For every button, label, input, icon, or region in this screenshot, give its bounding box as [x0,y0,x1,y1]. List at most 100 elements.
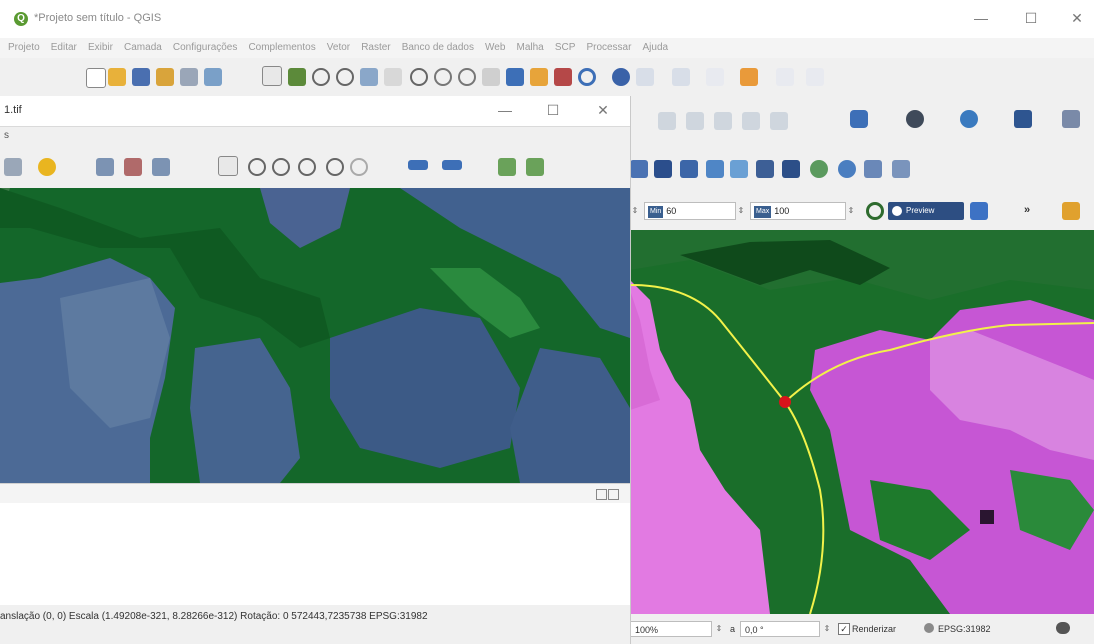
toolbox-icon[interactable] [806,68,824,86]
inner-sync-a-icon[interactable] [408,160,428,170]
field-calculator-icon[interactable] [776,68,794,86]
rotation-spin-icon[interactable]: ⇕ [822,621,832,637]
menu-complementos[interactable]: Complementos [248,38,315,58]
save-project-icon[interactable] [132,68,150,86]
crs-label[interactable]: EPSG:31982 [938,624,991,634]
db-tool-2-icon[interactable] [686,112,704,130]
zoom-native-icon[interactable] [434,68,452,86]
inner-sync-extent-icon[interactable] [498,158,516,176]
menu-scp[interactable]: SCP [555,38,576,58]
inner-edit-c-icon[interactable] [152,158,170,176]
maximize-button[interactable]: ☐ [1018,8,1044,28]
menu-ajuda[interactable]: Ajuda [643,38,669,58]
menu-exibir[interactable]: Exibir [88,38,113,58]
new-project-icon[interactable] [86,68,106,88]
preview-button[interactable]: Preview [888,202,964,220]
inner-tool-clip-icon[interactable] [4,158,22,176]
db-tool-3-icon[interactable] [714,112,732,130]
db-tool-1-icon[interactable] [658,112,676,130]
globe-icon[interactable] [906,110,924,128]
open-attribute-table-icon[interactable] [636,68,654,86]
zoom-next-icon[interactable] [482,68,500,86]
measure-icon[interactable] [672,68,690,86]
add-wcs-icon[interactable] [838,160,856,178]
zoom-out-icon[interactable] [336,68,354,86]
minimize-button[interactable]: — [968,8,994,28]
more-tools-button[interactable]: » [1024,204,1030,216]
bookmark-icon[interactable] [530,68,548,86]
menu-malha[interactable]: Malha [517,38,544,58]
add-vector-icon[interactable] [654,160,672,178]
menu-processar[interactable]: Processar [586,38,631,58]
inner-edit-b-icon[interactable] [124,158,142,176]
plugin-icon[interactable] [1062,110,1080,128]
statistics-icon[interactable] [706,68,724,86]
red-point-marker[interactable] [779,396,791,408]
inner-zoom-selection-icon[interactable] [350,158,368,176]
inner-close-button[interactable]: ✕ [590,100,616,120]
rotation-field[interactable]: 0,0 ° [740,621,820,637]
add-wms-icon[interactable] [782,160,800,178]
right-map-canvas[interactable] [630,230,1094,614]
menu-projeto[interactable]: Projeto [8,38,40,58]
new-map-view-icon[interactable] [506,68,524,86]
panel-close-icon[interactable] [608,489,619,500]
db-tool-5-icon[interactable] [770,112,788,130]
layout-manager-icon[interactable] [180,68,198,86]
max-spin-icon[interactable]: ⇕ [846,203,856,219]
add-mesh-icon[interactable] [680,160,698,178]
show-bookmarks-icon[interactable] [554,68,572,86]
inner-zoom-layer-icon[interactable] [326,158,344,176]
inner-sync-b-icon[interactable] [442,160,462,170]
new-print-layout-icon[interactable] [156,68,174,86]
inner-zoom-full-icon[interactable] [298,158,316,176]
inner-pan-icon[interactable] [218,156,238,176]
scp-dock-icon[interactable] [1014,110,1032,128]
render-checkbox[interactable]: ✓ [838,623,850,635]
min-value-field[interactable]: Min 60 [644,202,736,220]
min-spin-icon[interactable]: ⇕ [736,203,746,219]
menu-web[interactable]: Web [485,38,505,58]
messages-icon[interactable] [1056,622,1070,634]
select-features-icon[interactable] [740,68,758,86]
inner-locator-icon[interactable] [38,158,56,176]
left-map-canvas[interactable] [0,188,630,483]
style-manager-icon[interactable] [204,68,222,86]
inner-minimize-button[interactable]: — [492,100,518,120]
range-spin-icon[interactable]: ⇕ [630,203,640,219]
max-value-field[interactable]: Max 100 [750,202,846,220]
inner-edit-a-icon[interactable] [96,158,114,176]
add-wfs-icon[interactable] [810,160,828,178]
zoom-layer-icon[interactable] [410,68,428,86]
inner-zoom-in-icon[interactable] [248,158,266,176]
menu-raster[interactable]: Raster [361,38,390,58]
identify-icon[interactable] [612,68,630,86]
crs-globe-icon[interactable] [924,623,934,633]
zoom-preview-icon[interactable] [866,202,884,220]
add-raster-icon[interactable] [630,160,648,178]
pan-map-icon[interactable] [262,66,282,86]
menu-editar[interactable]: Editar [51,38,77,58]
open-project-icon[interactable] [108,68,126,86]
zoom-full-icon[interactable] [360,68,378,86]
scale-spin-icon[interactable]: ⇕ [714,621,724,637]
zoom-selection-icon[interactable] [384,68,402,86]
zoom-in-icon[interactable] [312,68,330,86]
inner-sync-scale-icon[interactable] [526,158,544,176]
add-delimited-icon[interactable] [706,160,724,178]
menu-vetor[interactable]: Vetor [327,38,350,58]
menu-camada[interactable]: Camada [124,38,162,58]
scp-colors-icon[interactable] [970,202,988,220]
zoom-last-icon[interactable] [458,68,476,86]
scp-settings-icon[interactable] [1062,202,1080,220]
database-icon[interactable] [850,110,868,128]
inner-maximize-button[interactable]: ☐ [540,100,566,120]
db-tool-4-icon[interactable] [742,112,760,130]
close-button[interactable]: ✕ [1064,8,1090,28]
inner-zoom-out-icon[interactable] [272,158,290,176]
add-arcgis-icon[interactable] [864,160,882,178]
panel-float-icon[interactable] [596,489,607,500]
add-virtual-layer-icon[interactable] [892,160,910,178]
refresh-icon[interactable] [578,68,596,86]
add-postgis-icon[interactable] [756,160,774,178]
